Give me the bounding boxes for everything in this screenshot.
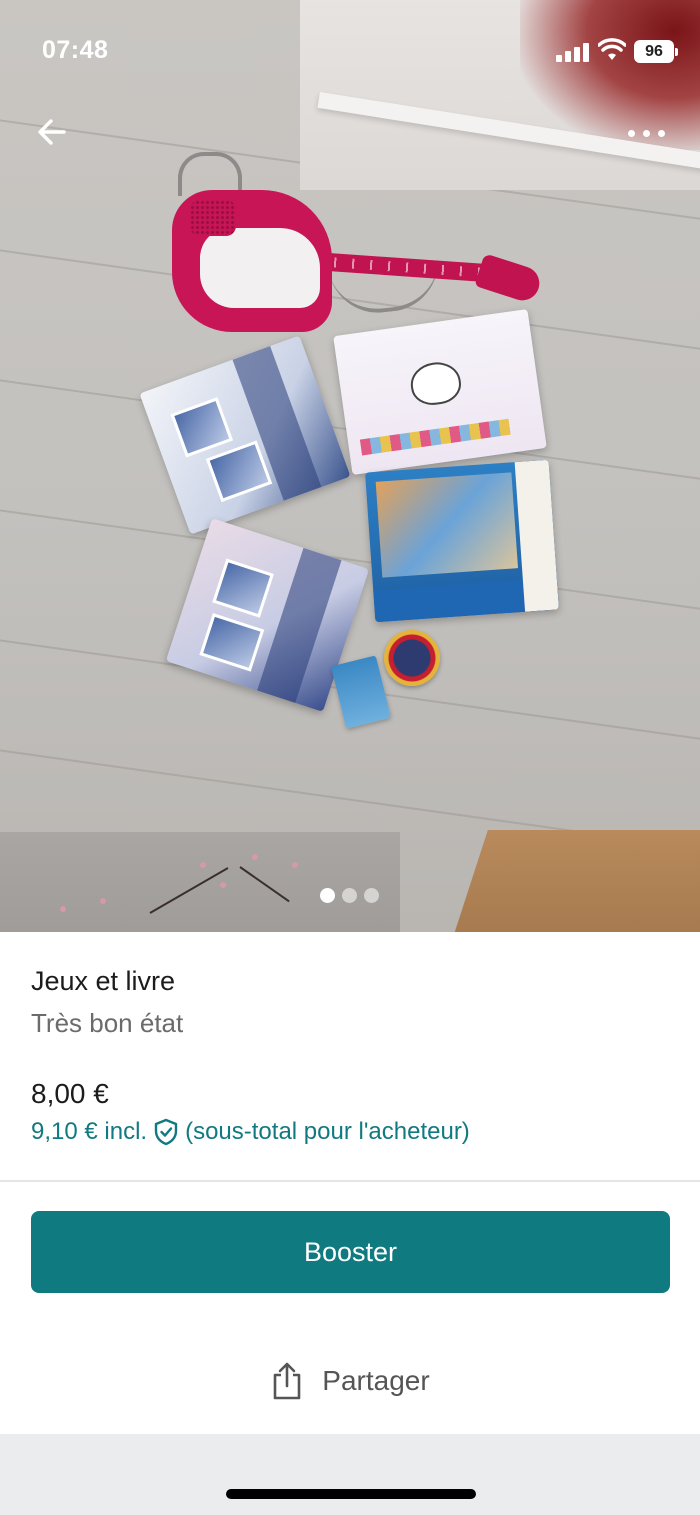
branch-decoration bbox=[149, 867, 229, 914]
box-ribbon bbox=[256, 547, 342, 703]
home-indicator[interactable] bbox=[226, 1489, 476, 1499]
card-deck bbox=[330, 655, 392, 729]
share-icon bbox=[273, 1362, 301, 1400]
box-picture bbox=[170, 397, 234, 458]
flower-decoration bbox=[292, 862, 298, 868]
back-arrow-icon bbox=[38, 119, 66, 145]
back-button[interactable] bbox=[32, 112, 72, 152]
hello-kitty-puzzle-box bbox=[333, 309, 547, 475]
buyer-price: 9,10 € incl. bbox=[31, 1118, 148, 1145]
booster-button[interactable]: Booster bbox=[31, 1211, 670, 1293]
page-dot-2[interactable] bbox=[342, 888, 357, 903]
kitty-illustration bbox=[408, 359, 464, 408]
round-tin bbox=[384, 630, 440, 686]
shield-check-icon bbox=[154, 1118, 178, 1146]
item-title: Jeux et livre bbox=[31, 966, 176, 996]
flower-decoration bbox=[200, 862, 206, 868]
battery-indicator: 96 bbox=[634, 40, 678, 63]
box-artwork bbox=[375, 472, 519, 578]
flower-decoration bbox=[220, 882, 226, 888]
status-bar: 07:48 96 bbox=[0, 0, 700, 100]
wifi-icon bbox=[598, 38, 626, 60]
cellular-signal-icon bbox=[556, 42, 590, 62]
item-photo[interactable] bbox=[0, 0, 700, 932]
share-label: Partager bbox=[322, 1365, 430, 1396]
box-picture bbox=[212, 558, 274, 618]
cardboard-box bbox=[452, 830, 700, 932]
more-dots-icon bbox=[628, 130, 635, 137]
flower-decoration bbox=[100, 898, 106, 904]
buyer-price-note: (sous-total pour l'acheteur) bbox=[185, 1118, 470, 1145]
bunting-decoration bbox=[359, 418, 511, 456]
share-button[interactable]: Partager bbox=[0, 1350, 700, 1412]
item-price: 8,00 € bbox=[31, 1078, 109, 1109]
furniture-shelf bbox=[0, 832, 400, 932]
box-picture bbox=[199, 613, 265, 672]
le-menteur-game-box bbox=[364, 459, 560, 623]
more-options-button[interactable] bbox=[622, 118, 672, 148]
flower-decoration bbox=[252, 854, 258, 860]
flower-decoration bbox=[60, 906, 66, 912]
section-divider bbox=[0, 1180, 700, 1182]
bottom-panel bbox=[0, 1434, 700, 1515]
item-condition: Très bon état bbox=[31, 1008, 184, 1038]
guitar-pickguard bbox=[200, 228, 320, 308]
guitar-head bbox=[474, 253, 544, 305]
status-time: 07:48 bbox=[42, 36, 109, 64]
guitar-speaker bbox=[190, 200, 236, 236]
page-dot-3[interactable] bbox=[364, 888, 379, 903]
memory-game-box bbox=[139, 335, 351, 535]
buyer-price-link[interactable]: 9,10 € incl. (sous-total pour l'acheteur… bbox=[31, 1118, 470, 1146]
branch-decoration bbox=[239, 866, 290, 903]
box-picture bbox=[205, 440, 273, 503]
page-dot-1[interactable] bbox=[320, 888, 335, 903]
